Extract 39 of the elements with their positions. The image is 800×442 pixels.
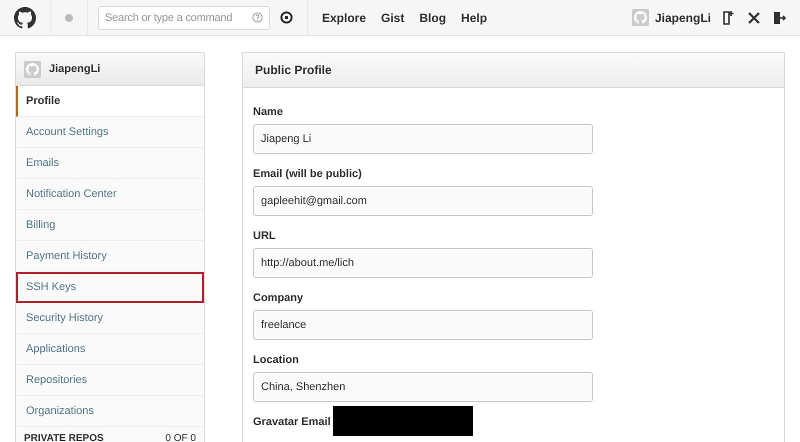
field-label: Email (will be public) [253, 168, 362, 180]
text-field[interactable]: China, Shenzhen [253, 372, 593, 402]
private-repos-label: PRIVATE REPOS [24, 433, 104, 442]
octocat-logo[interactable] [14, 6, 36, 28]
sidebar-item[interactable]: Repositories [16, 365, 204, 396]
status-dot-icon [65, 14, 73, 22]
sidebar-item[interactable]: SSH Keys [16, 272, 204, 303]
field-label: URL [253, 230, 276, 242]
username-link[interactable]: JiapengLi [654, 10, 711, 24]
nav-link[interactable]: Blog [419, 10, 446, 24]
nav-link[interactable]: Gist [381, 10, 404, 24]
nav-link[interactable]: Help [461, 10, 488, 24]
sidebar-item[interactable]: Emails [16, 148, 204, 179]
search-field[interactable]: Search or type a command [98, 6, 270, 30]
field-label: Name [253, 106, 283, 118]
field-label: Company [253, 292, 304, 304]
panel-title: Public Profile [255, 63, 332, 77]
text-field[interactable]: http://about.me/lich [253, 248, 593, 278]
sidebar-item[interactable]: Organizations [16, 396, 204, 427]
avatar-icon [24, 60, 41, 78]
sidebar-item[interactable]: Profile [16, 86, 204, 117]
text-field[interactable]: freelance [253, 310, 593, 340]
sidebar-item[interactable]: Payment History [16, 241, 204, 272]
new-repo-icon[interactable] [723, 10, 735, 24]
nav-link[interactable]: Explore [322, 10, 366, 24]
text-field[interactable]: gapleehit@gmail.com [253, 186, 593, 216]
private-repos-count: 0 OF 0 [165, 433, 196, 442]
text-field[interactable]: Jiapeng Li [253, 124, 593, 154]
sidebar-item[interactable]: Security History [16, 303, 204, 334]
help-icon[interactable] [252, 12, 263, 22]
sidebar-username: JiapengLi [49, 63, 100, 75]
sidebar-item[interactable]: Billing [16, 210, 204, 241]
avatar-icon [632, 9, 649, 26]
field-label: Gravatar Email [253, 416, 331, 428]
sign-out-icon[interactable] [773, 10, 786, 24]
sidebar-item[interactable]: Notification Center [16, 179, 204, 210]
sidebar-item[interactable]: Applications [16, 334, 204, 365]
sidebar-item[interactable]: Account Settings [16, 117, 204, 148]
field-label: Location [253, 354, 299, 366]
